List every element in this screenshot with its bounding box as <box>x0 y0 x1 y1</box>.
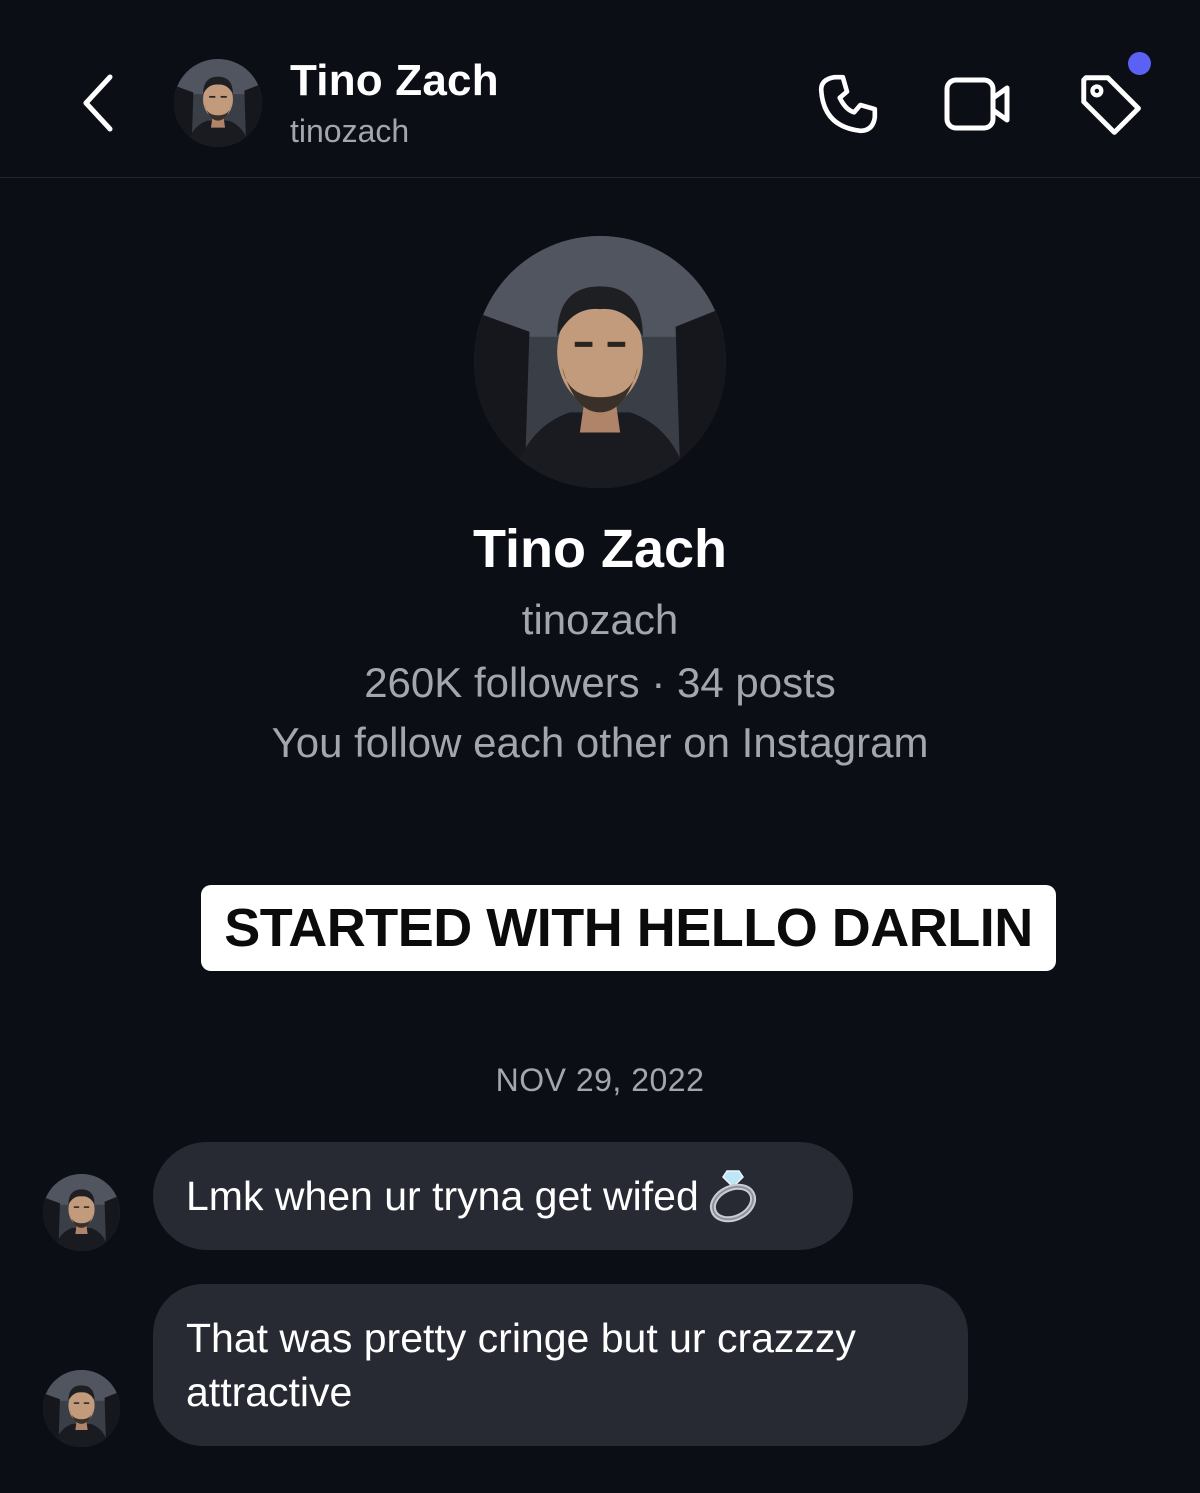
header-avatar[interactable] <box>174 59 262 147</box>
message-bubble[interactable]: Lmk when ur tryna get wifed <box>153 1142 853 1250</box>
profile-mutual-follow: You follow each other on Instagram <box>271 719 929 766</box>
header-contact-name[interactable]: Tino Zach <box>290 56 499 106</box>
message-text: Lmk when ur tryna get wifed <box>186 1173 699 1219</box>
ring-icon <box>709 1170 756 1223</box>
date-separator: NOV 29, 2022 <box>495 1062 705 1098</box>
notification-dot <box>1128 52 1151 75</box>
phone-icon <box>818 74 878 134</box>
audio-call-button[interactable] <box>808 64 888 144</box>
back-button[interactable] <box>70 70 126 136</box>
profile-avatar[interactable] <box>474 236 726 488</box>
chat-header: Tino Zach tinozach <box>0 0 1200 178</box>
back-chevron-icon <box>83 74 113 132</box>
message-avatar[interactable] <box>43 1370 120 1447</box>
header-contact-username[interactable]: tinozach <box>290 113 409 150</box>
profile-name: Tino Zach <box>472 519 728 579</box>
profile-username: tinozach <box>521 596 679 643</box>
profile-stats: 260K followers · 34 posts <box>364 659 836 706</box>
caption-overlay: STARTED WITH HELLO DARLIN <box>201 885 1056 971</box>
video-camera-icon <box>944 77 1010 131</box>
message-bubble[interactable]: That was pretty cringe but ur crazzzy at… <box>153 1284 968 1446</box>
tag-icon <box>1081 75 1141 135</box>
message-text: That was pretty cringe but ur crazzzy at… <box>186 1315 856 1415</box>
label-button[interactable] <box>1070 64 1150 144</box>
message-avatar[interactable] <box>43 1174 120 1251</box>
video-call-button[interactable] <box>938 64 1018 144</box>
